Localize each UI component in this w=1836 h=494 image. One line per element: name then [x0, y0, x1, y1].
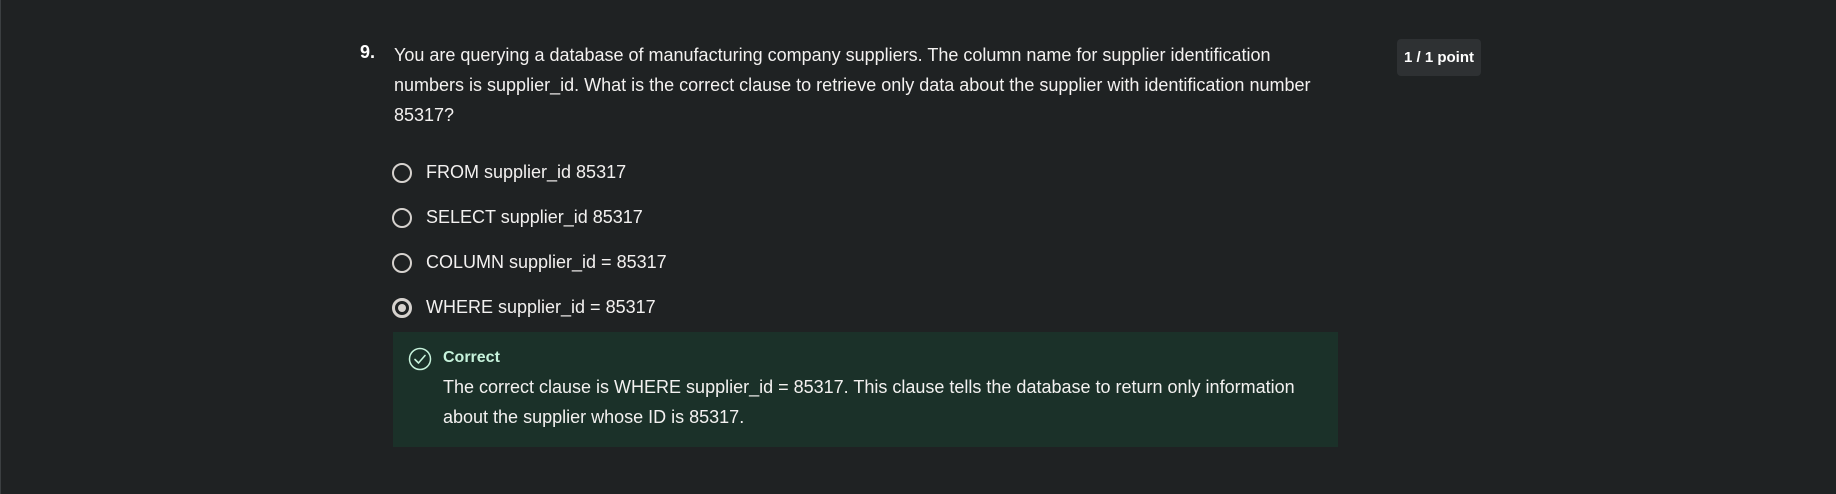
- option-label: COLUMN supplier_id = 85317: [426, 252, 667, 272]
- radio-button[interactable]: [392, 252, 412, 273]
- check-circle-icon: [408, 347, 432, 371]
- page-left-border: [0, 0, 1, 494]
- option-label: WHERE supplier_id = 85317: [426, 297, 656, 317]
- quiz-page: 9. You are querying a database of manufa…: [0, 0, 1836, 494]
- score-badge: 1 / 1 point: [1397, 39, 1481, 76]
- option-from[interactable]: FROM supplier_id 85317: [392, 150, 667, 195]
- question-text: You are querying a database of manufactu…: [394, 45, 1311, 125]
- question-number: 9.: [360, 42, 376, 62]
- option-select[interactable]: SELECT supplier_id 85317: [392, 195, 667, 240]
- feedback-title: Correct: [443, 349, 500, 366]
- option-where[interactable]: WHERE supplier_id = 85317: [392, 285, 667, 330]
- option-label: SELECT supplier_id 85317: [426, 207, 643, 227]
- answer-options: FROM supplier_id 85317 SELECT supplier_i…: [392, 150, 667, 330]
- radio-button-selected[interactable]: [392, 297, 412, 318]
- option-label: FROM supplier_id 85317: [426, 162, 627, 182]
- feedback-text: The correct clause is WHERE supplier_id …: [443, 377, 1295, 427]
- option-column[interactable]: COLUMN supplier_id = 85317: [392, 240, 667, 285]
- radio-button[interactable]: [392, 162, 412, 183]
- radio-button[interactable]: [392, 207, 412, 228]
- feedback-panel: Correct The correct clause is WHERE supp…: [393, 332, 1338, 447]
